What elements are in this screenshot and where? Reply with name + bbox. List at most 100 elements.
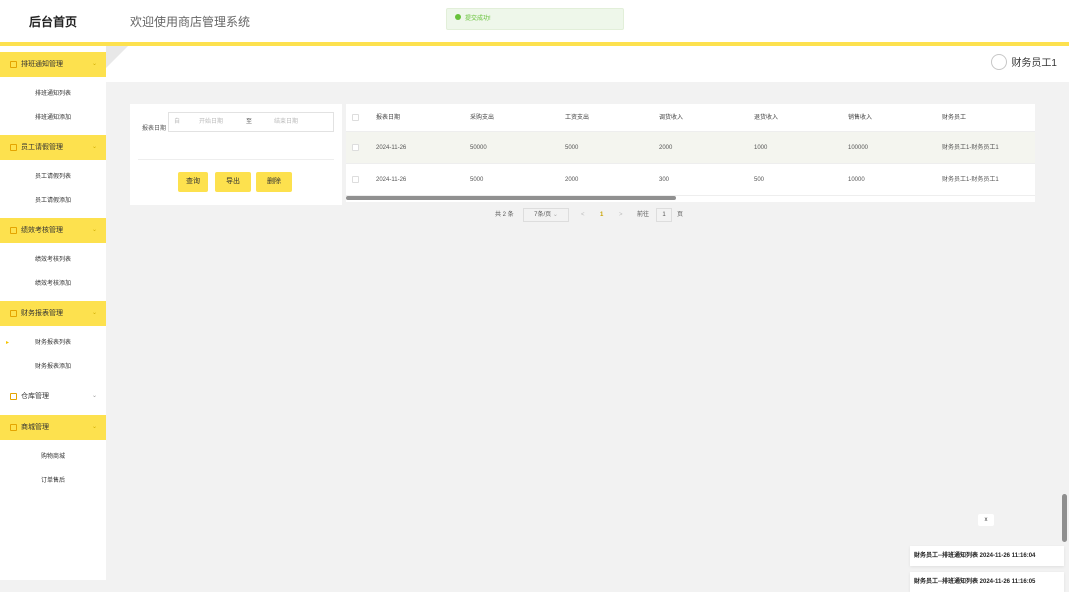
folder-icon [10,227,17,234]
table-cell: 10000 [848,177,865,183]
cart-icon [10,424,17,431]
table-row[interactable]: 2024-11-26 50000 5000 2000 1000 100000 财… [346,132,1035,164]
chevron-down-icon: ⌄ [91,310,97,316]
filter-panel: 报表日期 自 开始日期 至 结束日期 查询 导出 删除 [130,104,342,205]
column-header[interactable]: 采购支出 [470,104,494,132]
page-title: 欢迎使用商店管理系统 [130,15,251,29]
table-cell: 5000 [565,145,579,151]
export-button[interactable]: 导出 [215,172,251,192]
sidebar-item-leave-add[interactable]: 员工请假添加 [0,190,106,212]
end-date-input[interactable]: 结束日期 [274,113,298,131]
sidebar-group-label: 绩效考核管理 [21,227,63,234]
from-prefix: 自 [174,119,181,125]
notification-item[interactable]: 财务员工--排班通知列表 2024-11-26 11:16:04 [910,546,1064,566]
table-header: 报表日期 采购支出 工资支出 调货收入 退货收入 销售收入 财务员工 [346,104,1035,132]
prev-page-button[interactable]: < [581,208,585,222]
goto-label: 前往 [637,212,650,218]
date-range-picker[interactable]: 自 开始日期 至 结束日期 [168,112,334,132]
vertical-scrollbar[interactable] [1062,494,1067,542]
start-date-input[interactable]: 开始日期 [199,113,223,131]
success-icon [455,14,461,21]
sidebar-item-leave-list[interactable]: 员工请假列表 [0,166,106,188]
finance-report-table: 报表日期 采购支出 工资支出 调货收入 退货收入 销售收入 财务员工 2024-… [346,104,1035,202]
sidebar-item-after-sales[interactable]: 订单售后 [0,470,106,492]
sidebar-item-performance-add[interactable]: 绩效考核添加 [0,273,106,295]
table-cell: 财务员工1-财务员工1 [942,177,999,183]
table-cell: 50000 [470,145,487,151]
sidebar-group-label: 财务报表管理 [21,310,63,317]
row-checkbox[interactable] [352,176,359,183]
column-header[interactable]: 退货收入 [754,104,778,132]
horizontal-scrollbar[interactable] [346,196,676,200]
sidebar-item-schedule-add[interactable]: 排班通知添加 [0,107,106,129]
user-menu[interactable]: 财务员工1 [991,54,1057,74]
home-brand-link[interactable]: 后台首页 [0,0,106,42]
date-filter-label: 报表日期 [142,126,167,132]
collapse-toggle-icon[interactable] [106,46,128,68]
sidebar-group-mall[interactable]: 商城管理 ⌄ [0,415,106,440]
sidebar-group-label: 排班通知管理 [21,61,63,68]
folder-icon [10,310,17,317]
table-cell: 1000 [754,145,768,151]
user-name: 财务员工1 [1011,58,1057,69]
row-checkbox[interactable] [352,144,359,151]
column-header[interactable]: 工资支出 [565,104,589,132]
top-bar: 后台首页 欢迎使用商店管理系统 提交成功! [0,0,1069,42]
table-cell: 2000 [565,177,579,183]
total-count: 共 2 条 [495,212,514,218]
chevron-down-icon: ⌄ [91,393,97,399]
page-size-select[interactable]: 7条/页 ⌄ [523,208,569,222]
table-cell: 300 [659,177,670,183]
sidebar-item-schedule-list[interactable]: 排班通知列表 [0,83,106,105]
next-page-button[interactable]: > [619,208,623,222]
table-cell: 100000 [848,145,869,151]
table-cell: 2024-11-26 [376,177,407,183]
column-header[interactable]: 报表日期 [376,104,400,132]
column-header[interactable]: 销售收入 [848,104,872,132]
chevron-down-icon: ⌄ [91,61,97,67]
success-toast: 提交成功! [446,8,624,30]
sidebar-group-label: 员工请假管理 [21,144,63,151]
sidebar-group-performance[interactable]: 绩效考核管理 ⌄ [0,218,106,243]
chevron-down-icon: ⌄ [91,144,97,150]
table-row[interactable]: 2024-11-26 5000 2000 300 500 10000 财务员工1… [346,164,1035,196]
sidebar-item-label: 财务报表列表 [34,340,71,346]
table-cell: 500 [754,177,765,183]
notification-item[interactable]: 财务员工--排班通知列表 2024-11-26 11:16:05 [910,572,1064,592]
table-cell: 2024-11-26 [376,145,407,151]
range-separator: 至 [246,119,253,125]
sidebar-item-shop[interactable]: 购物商城 [0,446,106,468]
sidebar-group-label: 商城管理 [21,424,49,431]
sidebar-group-warehouse[interactable]: 仓库管理 ⌄ [0,384,106,409]
goto-page-input[interactable]: 1 [656,208,672,222]
sidebar-group-label: 仓库管理 [21,393,49,400]
select-all-checkbox[interactable] [352,114,359,121]
current-page[interactable]: 1 [600,208,603,222]
sidebar-group-schedule[interactable]: 排班通知管理 ⌄ [0,52,106,77]
folder-icon [10,393,17,400]
sidebar-item-finance-add[interactable]: 财务报表添加 [0,356,106,378]
table-cell: 2000 [659,145,673,151]
chevron-down-icon: ⌄ [91,227,97,233]
folder-icon [10,144,17,151]
sidebar-group-leave[interactable]: 员工请假管理 ⌄ [0,135,106,160]
column-header[interactable]: 调货收入 [659,104,683,132]
content-header: 财务员工1 [106,46,1069,82]
query-button[interactable]: 查询 [178,172,208,192]
column-header[interactable]: 财务员工 [942,104,966,132]
sidebar-item-performance-list[interactable]: 绩效考核列表 [0,249,106,271]
folder-icon [10,61,17,68]
avatar [991,54,1008,71]
delete-button[interactable]: 删除 [256,172,292,192]
close-notifications-button[interactable]: x [978,514,994,526]
sidebar-item-finance-list[interactable]: ▸ 财务报表列表 [0,332,106,354]
sidebar-group-finance[interactable]: 财务报表管理 ⌄ [0,301,106,326]
toast-text: 提交成功! [465,16,491,22]
filter-divider [138,159,334,160]
table-cell: 财务员工1-财务员工1 [942,145,999,151]
chevron-down-icon: ⌄ [91,424,97,430]
page-size-value: 7条/页 [534,212,552,218]
page-suffix: 页 [677,212,684,218]
table-cell: 5000 [470,177,484,183]
active-indicator-icon: ▸ [6,340,10,346]
